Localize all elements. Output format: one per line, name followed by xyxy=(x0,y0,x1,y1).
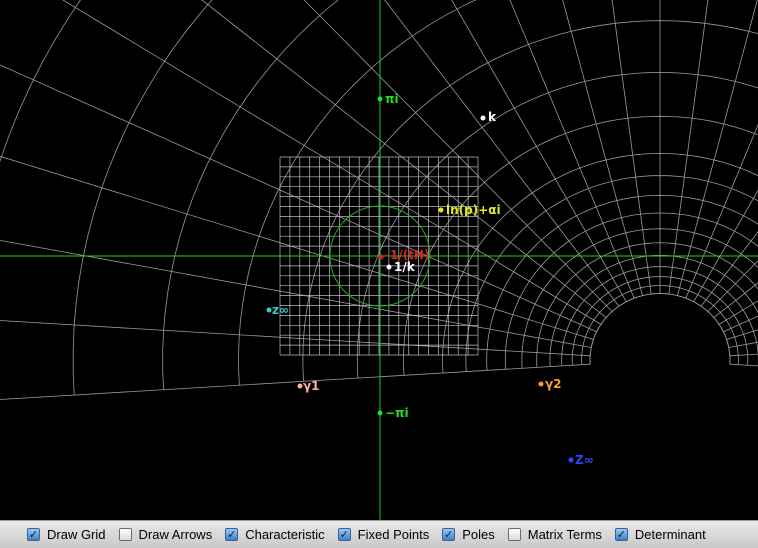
complex-plane-canvas[interactable]: πi k ln(p)+αi -1/(tH) 1/k z∞ γ1 γ2 −πi Z… xyxy=(0,0,758,520)
checkbox-unchecked-icon[interactable] xyxy=(118,528,132,541)
options-toolbar: ✓ Draw Grid Draw Arrows ✓ Characteristic… xyxy=(0,520,758,548)
point-neg-pi-i[interactable]: −πi xyxy=(377,406,409,420)
point-inv-k[interactable]: 1/k xyxy=(386,260,416,274)
point-label: −πi xyxy=(385,406,409,420)
checkbox-unchecked-icon[interactable] xyxy=(507,528,521,541)
poles-checkbox[interactable]: ✓ Poles xyxy=(442,527,495,542)
draw-arrows-label: Draw Arrows xyxy=(138,527,213,542)
determinant-label: Determinant xyxy=(634,527,706,542)
point-label: k xyxy=(488,110,497,124)
point-label: z∞ xyxy=(272,303,289,317)
characteristic-label: Characteristic xyxy=(245,527,325,542)
point-label: ln(p)+αi xyxy=(446,203,501,217)
draw-arrows-checkbox[interactable]: Draw Arrows xyxy=(118,527,213,542)
point-label: 1/k xyxy=(394,260,416,274)
matrix-terms-label: Matrix Terms xyxy=(527,527,602,542)
fixed-points-checkbox[interactable]: ✓ Fixed Points xyxy=(337,527,430,542)
fixed-points-label: Fixed Points xyxy=(357,527,430,542)
point-gamma2[interactable]: γ2 xyxy=(538,377,562,391)
point-k[interactable]: k xyxy=(480,110,498,124)
draw-grid-checkbox[interactable]: ✓ Draw Grid xyxy=(27,527,106,542)
checkbox-checked-icon[interactable]: ✓ xyxy=(442,528,456,541)
checkbox-checked-icon[interactable]: ✓ xyxy=(27,528,40,541)
poles-label: Poles xyxy=(462,527,495,542)
points-layer: πi k ln(p)+αi -1/(tH) 1/k z∞ γ1 γ2 −πi Z… xyxy=(266,92,594,467)
checkbox-checked-icon[interactable]: ✓ xyxy=(614,528,628,541)
point-label: Z∞ xyxy=(575,453,594,467)
point-lnp-alpha-i[interactable]: ln(p)+αi xyxy=(438,203,501,217)
characteristic-checkbox[interactable]: ✓ Characteristic xyxy=(225,527,325,542)
point-label: πi xyxy=(385,92,399,106)
point-label: γ1 xyxy=(303,379,320,393)
checkbox-checked-icon[interactable]: ✓ xyxy=(225,528,239,541)
draw-grid-label: Draw Grid xyxy=(47,527,106,542)
point-Z-infinity[interactable]: Z∞ xyxy=(568,453,594,467)
checkbox-checked-icon[interactable]: ✓ xyxy=(337,528,351,541)
determinant-checkbox[interactable]: ✓ Determinant xyxy=(614,527,706,542)
point-z-infinity[interactable]: z∞ xyxy=(266,303,289,317)
matrix-terms-checkbox[interactable]: Matrix Terms xyxy=(507,527,602,542)
point-pi-i[interactable]: πi xyxy=(377,92,399,106)
point-label: γ2 xyxy=(545,377,562,391)
